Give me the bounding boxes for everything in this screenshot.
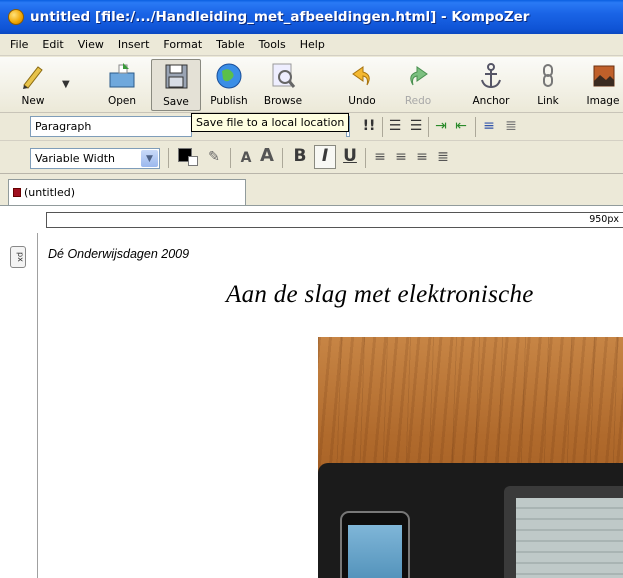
picture-icon — [588, 61, 618, 91]
menu-table[interactable]: Table — [209, 38, 251, 51]
menu-view[interactable]: View — [71, 38, 111, 51]
menu-help[interactable]: Help — [293, 38, 332, 51]
save-button[interactable]: Save — [151, 59, 201, 111]
underline-icon[interactable]: U — [341, 146, 359, 166]
anchor-icon — [476, 61, 506, 91]
pencil-icon — [18, 61, 48, 91]
photo-leather-case — [318, 463, 623, 578]
highlight-pen-icon[interactable]: ✎ — [206, 147, 222, 167]
smaller-font-icon[interactable]: A — [238, 148, 254, 168]
paragraph-format-select[interactable]: Paragraph — [30, 116, 192, 137]
document-subtitle[interactable]: Dé Onderwijsdagen 2009 — [48, 247, 189, 261]
image-button[interactable]: Image — [578, 59, 623, 111]
outdent-icon[interactable]: ⇤ — [452, 116, 470, 136]
modified-document-icon — [13, 188, 21, 197]
chevron-down-icon[interactable]: ▼ — [141, 150, 158, 167]
indent-icon[interactable]: ⇥ — [432, 116, 450, 136]
italic-icon[interactable]: I — [314, 145, 336, 169]
browse-button[interactable]: Browse — [258, 59, 308, 111]
open-folder-icon — [107, 61, 137, 91]
redo-button[interactable]: Redo — [393, 59, 443, 111]
undo-button[interactable]: Undo — [337, 59, 387, 111]
publish-button[interactable]: Publish — [204, 59, 254, 111]
document-photo[interactable] — [318, 337, 623, 578]
menu-bar: File Edit View Insert Format Table Tools… — [0, 34, 623, 56]
editing-area[interactable]: px Dé Onderwijsdagen 2009 Aan de slag me… — [0, 233, 623, 578]
menu-insert[interactable]: Insert — [111, 38, 157, 51]
link-button[interactable]: Link — [523, 59, 573, 111]
open-button[interactable]: Open — [97, 59, 147, 111]
px-unit-toggle[interactable]: px — [10, 246, 26, 268]
numbered-list-icon[interactable]: ☰ — [386, 116, 404, 136]
horizontal-rule-icon[interactable]: ≡ — [480, 116, 498, 136]
anchor-button[interactable]: Anchor — [466, 59, 516, 111]
composition-toolbar: New ▼ Open Save Publish Browse Undo Redo… — [0, 57, 623, 113]
document-heading[interactable]: Aan de slag met elektronische — [226, 281, 534, 309]
bulleted-list-icon[interactable]: ☰ — [407, 116, 425, 136]
kompozer-app-icon[interactable] — [8, 9, 24, 25]
menu-edit[interactable]: Edit — [35, 38, 70, 51]
globe-icon — [214, 61, 244, 91]
block-align-icon[interactable]: ≣ — [502, 116, 520, 136]
undo-arrow-icon — [347, 61, 377, 91]
window-title: untitled [file:/.../Handleiding_met_afbe… — [30, 9, 530, 25]
left-gutter: px — [0, 233, 38, 578]
ruler-bar: 950px — [0, 205, 623, 233]
redo-arrow-icon — [403, 61, 433, 91]
tab-untitled[interactable]: (untitled) — [8, 179, 246, 205]
align-right-icon[interactable]: ≡ — [413, 147, 431, 167]
format-toolbar-2: Variable Width ▼ ✎ A A B I U ≡ ≡ ≡ ≣ — [0, 142, 623, 174]
menu-format[interactable]: Format — [156, 38, 209, 51]
align-left-icon[interactable]: ≡ — [371, 147, 389, 167]
font-family-select[interactable]: Variable Width ▼ — [30, 148, 160, 169]
menu-tools[interactable]: Tools — [252, 38, 293, 51]
title-bar: untitled [file:/.../Handleiding_met_afbe… — [0, 0, 623, 34]
menu-file[interactable]: File — [3, 38, 35, 51]
photo-smartphone — [340, 511, 410, 578]
chain-link-icon — [533, 61, 563, 91]
background-color-swatch[interactable] — [188, 156, 198, 166]
photo-ereader — [504, 486, 623, 578]
magnifier-icon — [268, 61, 298, 91]
align-center-icon[interactable]: ≡ — [392, 147, 410, 167]
justify-icon[interactable]: ≣ — [434, 147, 452, 167]
larger-font-icon[interactable]: A — [258, 146, 276, 166]
bold-icon[interactable]: B — [291, 146, 309, 166]
width-ruler[interactable]: 950px — [46, 212, 623, 228]
floppy-disk-icon — [161, 62, 191, 92]
new-button[interactable]: New — [8, 59, 58, 111]
save-tooltip: Save file to a local location — [191, 113, 350, 132]
new-dropdown-arrow-icon[interactable]: ▼ — [62, 75, 70, 95]
document-content[interactable]: Dé Onderwijsdagen 2009 Aan de slag met e… — [38, 233, 623, 578]
document-tab-strip: (untitled) — [0, 175, 623, 205]
emphasis-icon[interactable]: !! — [361, 116, 377, 136]
